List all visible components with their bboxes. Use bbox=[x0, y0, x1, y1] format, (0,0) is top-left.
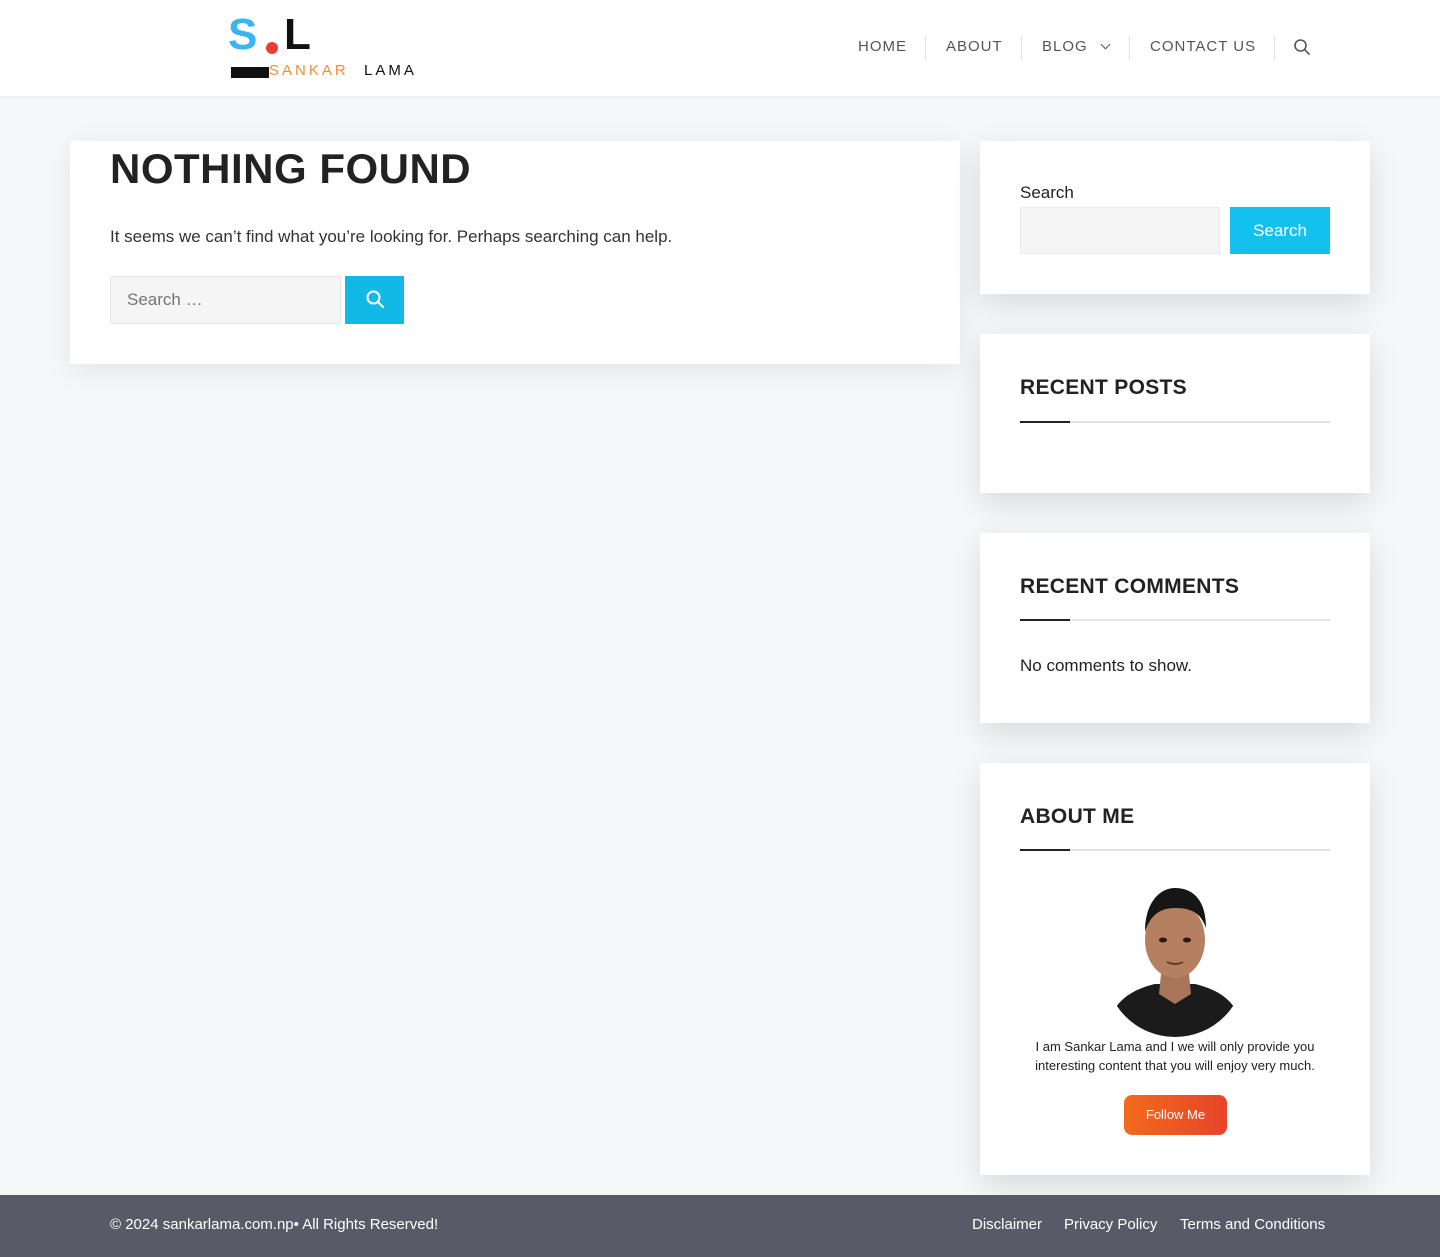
recent-comments-title: RECENT COMMENTS bbox=[1020, 575, 1240, 598]
page-title: NOTHING FOUND bbox=[110, 145, 472, 192]
sidebar-search-widget: Search Search bbox=[980, 141, 1370, 294]
title-underline-accent bbox=[1020, 619, 1070, 621]
logo-last-name: LAMA bbox=[364, 62, 417, 79]
search-icon bbox=[366, 290, 384, 308]
nav-about[interactable]: ABOUT bbox=[946, 38, 1003, 55]
search-input[interactable] bbox=[110, 276, 341, 324]
title-underline-accent bbox=[1020, 849, 1070, 851]
nav-divider bbox=[925, 36, 926, 60]
logo-dot bbox=[266, 42, 278, 54]
recent-posts-title: RECENT POSTS bbox=[1020, 376, 1187, 399]
about-me-widget: ABOUT ME I am Sankar Lama and I we will … bbox=[980, 763, 1370, 1175]
search-button[interactable] bbox=[345, 276, 404, 324]
copyright-text: © 2024 sankarlama.com.np• All Rights Res… bbox=[110, 1216, 439, 1233]
page-message: It seems we can’t find what you’re looki… bbox=[110, 227, 673, 246]
about-me-text: I am Sankar Lama and I we will only prov… bbox=[1035, 1039, 1315, 1073]
sidebar-search-label: Search bbox=[1020, 183, 1074, 202]
footer-link-disclaimer[interactable]: Disclaimer bbox=[972, 1216, 1042, 1233]
no-comments-text: No comments to show. bbox=[1020, 656, 1192, 675]
avatar bbox=[1105, 882, 1245, 1037]
logo-bar bbox=[231, 67, 269, 78]
nav-divider bbox=[1129, 36, 1130, 60]
sidebar-search-button[interactable]: Search bbox=[1230, 207, 1330, 254]
nav-blog-label: BLOG bbox=[1042, 38, 1088, 55]
footer-link-terms[interactable]: Terms and Conditions bbox=[1180, 1216, 1325, 1233]
title-underline-accent bbox=[1020, 421, 1070, 423]
about-me-title: ABOUT ME bbox=[1020, 805, 1135, 828]
site-footer: © 2024 sankarlama.com.np• All Rights Res… bbox=[0, 1195, 1440, 1257]
site-header: S L SANKAR LAMA HOME ABOUT BLOG CONTACT … bbox=[0, 0, 1440, 96]
follow-me-button[interactable]: Follow Me bbox=[1124, 1095, 1227, 1135]
nav-blog[interactable]: BLOG bbox=[1042, 38, 1111, 55]
logo-initial-s: S bbox=[228, 10, 258, 59]
search-icon[interactable] bbox=[1293, 38, 1311, 56]
main-content-card: NOTHING FOUND It seems we can’t find wha… bbox=[70, 141, 960, 364]
chevron-down-icon bbox=[1100, 39, 1111, 50]
site-logo[interactable]: S L SANKAR LAMA bbox=[228, 10, 423, 80]
recent-comments-widget: RECENT COMMENTS No comments to show. bbox=[980, 533, 1370, 723]
nav-divider bbox=[1021, 36, 1022, 60]
logo-first-name: SANKAR bbox=[269, 62, 349, 79]
footer-link-privacy[interactable]: Privacy Policy bbox=[1064, 1216, 1157, 1233]
sidebar-search-input[interactable] bbox=[1020, 207, 1220, 254]
nav-contact[interactable]: CONTACT US bbox=[1150, 38, 1256, 55]
nav-divider bbox=[1274, 36, 1275, 60]
logo-initial-l: L bbox=[284, 10, 311, 59]
recent-posts-widget: RECENT POSTS bbox=[980, 334, 1370, 493]
nav-home[interactable]: HOME bbox=[858, 38, 907, 55]
